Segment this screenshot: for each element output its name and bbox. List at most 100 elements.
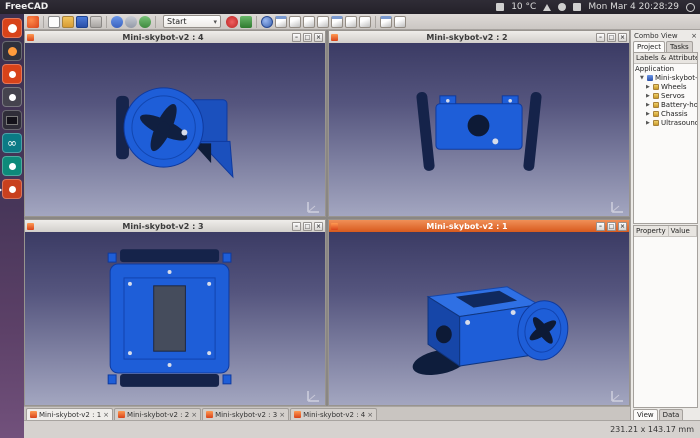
document-tab-2[interactable]: Mini-skybot-v2 : 2 × bbox=[114, 408, 201, 420]
chevron-collapsed-icon[interactable]: ▶ bbox=[646, 102, 651, 108]
restore-icon[interactable]: □ bbox=[607, 33, 616, 42]
tree-item-ultrasound[interactable]: ▶ Ultrasound bbox=[634, 118, 697, 127]
combo-view-panel: Combo View × Project Tasks Labels & Attr… bbox=[630, 30, 700, 420]
close-icon[interactable]: × bbox=[618, 33, 627, 42]
axis-indicator bbox=[306, 389, 322, 403]
close-icon[interactable]: × bbox=[367, 411, 373, 419]
active-app-menu[interactable]: FreeCAD bbox=[5, 2, 48, 12]
ubuntu-one-icon[interactable] bbox=[2, 64, 22, 84]
workbench-selector-value: Start bbox=[167, 17, 187, 26]
view-right-icon[interactable] bbox=[317, 16, 329, 28]
save-icon[interactable] bbox=[76, 16, 88, 28]
terminal-icon[interactable] bbox=[2, 110, 22, 130]
view-rear-icon[interactable] bbox=[331, 16, 343, 28]
firefox-icon[interactable] bbox=[2, 41, 22, 61]
viewport-1-titlebar[interactable]: Mini-skybot-v2 : 1 – □ × bbox=[329, 220, 629, 232]
close-icon[interactable]: × bbox=[279, 411, 285, 419]
messages-icon[interactable] bbox=[573, 3, 581, 11]
document-tab-3[interactable]: Mini-skybot-v2 : 3 × bbox=[202, 408, 289, 420]
viewport-3-3d-view[interactable] bbox=[25, 232, 325, 405]
view-front-icon[interactable] bbox=[289, 16, 301, 28]
print-icon[interactable] bbox=[90, 16, 102, 28]
chevron-collapsed-icon[interactable]: ▶ bbox=[646, 111, 651, 117]
session-power-icon[interactable] bbox=[686, 3, 695, 12]
chevron-collapsed-icon[interactable]: ▶ bbox=[646, 93, 651, 99]
chevron-collapsed-icon[interactable]: ▶ bbox=[646, 84, 651, 90]
restore-icon[interactable]: □ bbox=[607, 222, 616, 231]
tree-item-battery-holder[interactable]: ▶ Battery-holder bbox=[634, 100, 697, 109]
tree-item-wheels[interactable]: ▶ Wheels bbox=[634, 82, 697, 91]
viewport-window-4: Mini-skybot-v2 : 4 – □ × bbox=[24, 30, 326, 217]
view-left-icon[interactable] bbox=[359, 16, 371, 28]
viewport-2-titlebar[interactable]: Mini-skybot-v2 : 2 – □ × bbox=[329, 31, 629, 43]
view-bottom-icon[interactable] bbox=[345, 16, 357, 28]
viewport-4-titlebar[interactable]: Mini-skybot-v2 : 4 – □ × bbox=[25, 31, 325, 43]
chevron-expanded-icon[interactable]: ▼ bbox=[640, 75, 645, 81]
tab-data[interactable]: Data bbox=[659, 409, 684, 420]
document-icon bbox=[27, 34, 34, 41]
viewport-2-3d-view[interactable] bbox=[329, 43, 629, 216]
weather-indicator[interactable]: 10 °C bbox=[511, 2, 536, 12]
sound-icon[interactable] bbox=[558, 3, 566, 11]
new-file-icon[interactable] bbox=[48, 16, 60, 28]
minimize-icon[interactable]: – bbox=[596, 222, 605, 231]
clock[interactable]: Mon Mar 4 20:28:29 bbox=[588, 2, 679, 12]
tree-item-application[interactable]: Application bbox=[634, 64, 697, 73]
restore-icon[interactable]: □ bbox=[303, 222, 312, 231]
processing-icon[interactable] bbox=[2, 156, 22, 176]
keyboard-indicator-icon[interactable] bbox=[496, 3, 504, 11]
axis-indicator bbox=[610, 200, 626, 214]
tab-tasks[interactable]: Tasks bbox=[666, 41, 693, 52]
axis-indicator bbox=[610, 389, 626, 403]
freecad-logo-icon[interactable] bbox=[27, 16, 39, 28]
redo-icon[interactable] bbox=[125, 16, 137, 28]
close-icon[interactable]: × bbox=[103, 411, 109, 419]
minimize-icon[interactable]: – bbox=[596, 33, 605, 42]
close-icon[interactable]: × bbox=[691, 32, 697, 40]
tree-item-chassis[interactable]: ▶ Chassis bbox=[634, 109, 697, 118]
dash-home-icon[interactable] bbox=[2, 18, 22, 38]
combo-view-header[interactable]: Combo View × bbox=[631, 30, 700, 41]
toolbar-separator bbox=[375, 16, 376, 28]
document-tab-1[interactable]: Mini-skybot-v2 : 1 × bbox=[26, 408, 113, 420]
terminal-glyph bbox=[6, 116, 18, 125]
macro-execute-icon[interactable] bbox=[240, 16, 252, 28]
cursor-coordinates: 231.21 x 143.17 mm bbox=[610, 425, 694, 434]
document-icon bbox=[27, 223, 34, 230]
view-top-icon[interactable] bbox=[303, 16, 315, 28]
viewport-window-3: Mini-skybot-v2 : 3 – □ × bbox=[24, 219, 326, 406]
tab-view[interactable]: View bbox=[633, 409, 658, 420]
close-icon[interactable]: × bbox=[618, 222, 627, 231]
viewport-4-3d-view[interactable] bbox=[25, 43, 325, 216]
viewport-3-titlebar[interactable]: Mini-skybot-v2 : 3 – □ × bbox=[25, 220, 325, 232]
close-icon[interactable]: × bbox=[314, 222, 323, 231]
document-tab-4[interactable]: Mini-skybot-v2 : 4 × bbox=[290, 408, 377, 420]
view-axonometric-icon[interactable] bbox=[275, 16, 287, 28]
chevron-collapsed-icon[interactable]: ▶ bbox=[646, 120, 651, 126]
tree-item-servos[interactable]: ▶ Servos bbox=[634, 91, 697, 100]
restore-icon[interactable]: □ bbox=[303, 33, 312, 42]
undo-icon[interactable] bbox=[111, 16, 123, 28]
close-icon[interactable]: × bbox=[191, 411, 197, 419]
measure-icon[interactable] bbox=[394, 16, 406, 28]
macro-record-icon[interactable] bbox=[226, 16, 238, 28]
document-icon bbox=[294, 411, 301, 418]
network-icon[interactable] bbox=[543, 4, 551, 11]
freecad-launcher-icon[interactable] bbox=[2, 179, 22, 199]
close-icon[interactable]: × bbox=[314, 33, 323, 42]
viewport-1-3d-view[interactable] bbox=[329, 232, 629, 405]
document-icon bbox=[647, 75, 653, 81]
minimize-icon[interactable]: – bbox=[292, 222, 301, 231]
tab-project[interactable]: Project bbox=[633, 41, 665, 52]
tree-item-document[interactable]: ▼ Mini-skybot-v2 bbox=[634, 73, 697, 82]
view-fit-all-icon[interactable] bbox=[261, 16, 273, 28]
arduino-icon[interactable]: ∞ bbox=[2, 133, 22, 153]
workbench-selector[interactable]: Start ▾ bbox=[163, 15, 221, 28]
draw-style-icon[interactable] bbox=[380, 16, 392, 28]
refresh-icon[interactable] bbox=[139, 16, 151, 28]
software-center-icon[interactable] bbox=[2, 87, 22, 107]
robot-model-perspective-view bbox=[329, 232, 629, 405]
part-icon bbox=[653, 120, 659, 126]
minimize-icon[interactable]: – bbox=[292, 33, 301, 42]
open-file-icon[interactable] bbox=[62, 16, 74, 28]
